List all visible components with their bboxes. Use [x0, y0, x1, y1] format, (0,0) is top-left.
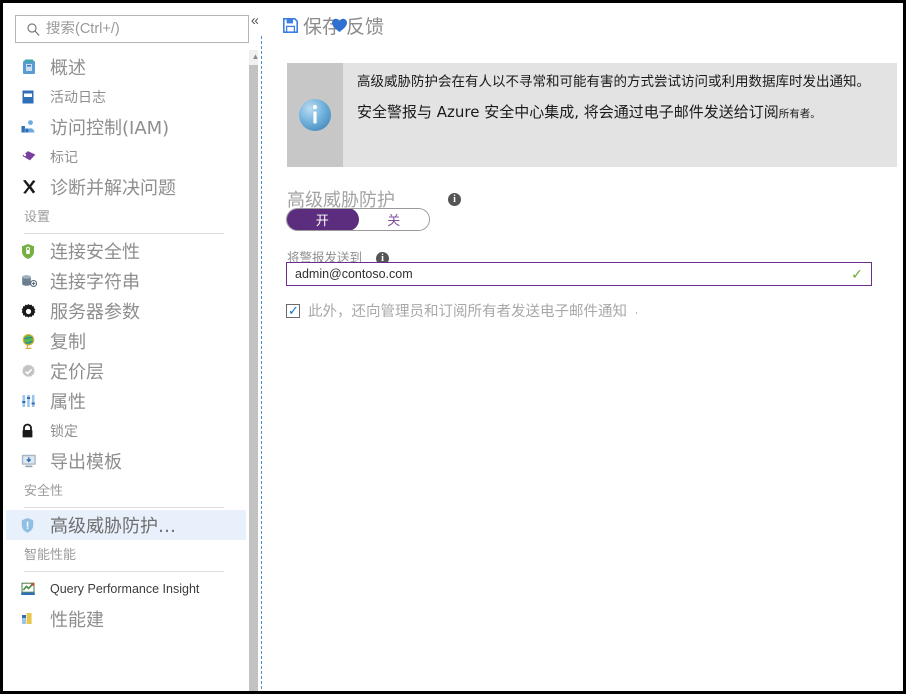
sidebar-item-label: Query Performance Insight	[50, 582, 200, 596]
info-icon[interactable]: i	[448, 193, 461, 206]
properties-sliders-icon	[20, 390, 46, 412]
atp-toggle[interactable]: 开 关	[286, 208, 430, 231]
activity-log-icon	[20, 86, 46, 108]
performance-recommendation-icon	[20, 608, 46, 630]
sidebar-group-intelligent-performance: 智能性能	[6, 546, 246, 574]
sidebar-item-label: 导出模板	[50, 452, 122, 473]
gear-icon	[20, 300, 46, 322]
atp-info-icon-wrap: i	[448, 189, 461, 207]
sidebar-item-label: 访问控制(IAM)	[50, 118, 170, 139]
save-floppy-icon	[282, 17, 299, 34]
divider	[24, 507, 224, 508]
sidebar-item-label: 定价层	[50, 362, 104, 383]
info-circle-icon	[287, 63, 343, 167]
sidebar-item-label: 高级威胁防护…	[50, 516, 176, 537]
sidebar-item-diagnose[interactable]: 诊断并解决问题	[6, 172, 246, 202]
tag-icon	[20, 146, 46, 168]
collapse-sidebar-button[interactable]: «	[247, 12, 258, 30]
info-banner-paragraph-2: 安全警报与 Azure 安全中心集成, 将会通过电子邮件发送给订阅所有者。	[357, 102, 887, 124]
sidebar-group-settings: 设置	[6, 208, 246, 236]
sidebar-item-label: 活动日志	[50, 90, 106, 106]
notify-admins-checkbox[interactable]: ✓	[286, 302, 300, 318]
atp-toggle-off-option[interactable]: 关	[358, 209, 429, 230]
sidebar-group-label: 安全性	[24, 484, 64, 499]
info-banner: 高级威胁防护会在有人以不寻常和可能有害的方式尝试访问或利用数据库时发出通知。 安…	[287, 63, 897, 167]
query-performance-insight-icon	[20, 578, 46, 600]
sidebar-item-label: 性能建	[50, 610, 104, 631]
diagnose-icon	[20, 176, 46, 198]
sidebar-item-label: 复制	[50, 332, 86, 353]
info-banner-paragraph-2-tail: 所有者。	[778, 108, 821, 120]
checkmark-icon: ✓	[851, 266, 863, 282]
sidebar-item-performance-recommendations[interactable]: 性能建	[6, 604, 246, 634]
sidebar-nav-list: 概述 活动日志 访问控制(IAM) 标记 诊断并解决问题 设置 连接安全性 连接…	[6, 52, 246, 691]
azure-portal-screenshot: « 概述	[0, 0, 906, 694]
info-banner-paragraph-2-main: 安全警报与 Azure 安全中心集成, 将会通过电子邮件发送给订阅	[357, 103, 779, 121]
sidebar-item-tags[interactable]: 标记	[6, 142, 246, 172]
sidebar-item-label: 连接字符串	[50, 272, 140, 293]
sidebar-item-label: 标记	[50, 150, 78, 166]
sidebar-item-query-performance-insight[interactable]: Query Performance Insight	[6, 574, 246, 604]
sidebar-item-label: 概述	[50, 58, 86, 79]
sidebar-item-label: 诊断并解决问题	[50, 178, 176, 199]
sidebar-item-properties[interactable]: 属性	[6, 386, 246, 416]
sidebar-scroll-up-button[interactable]: ▲	[249, 50, 258, 64]
sidebar: « 概述	[6, 6, 258, 691]
access-control-icon	[20, 116, 46, 138]
notify-admins-checkbox-label: 此外，还向管理员和订阅所有者发送电子邮件通知	[308, 304, 627, 320]
search-input[interactable]	[46, 21, 248, 37]
advanced-threat-protection-shield-icon	[20, 514, 46, 536]
alert-email-input[interactable]	[287, 267, 847, 281]
feedback-button[interactable]: 反馈	[332, 12, 385, 39]
sidebar-group-label: 设置	[24, 210, 51, 225]
notify-admins-checkbox-row[interactable]: ✓ 此外，还向管理员和订阅所有者发送电子邮件通知 ,	[286, 300, 638, 321]
sidebar-item-access-control[interactable]: 访问控制(IAM)	[6, 112, 246, 142]
divider	[24, 233, 224, 234]
pricing-tier-icon	[20, 360, 46, 382]
sidebar-item-locks[interactable]: 锁定	[6, 416, 246, 446]
overview-icon	[20, 56, 46, 78]
sidebar-item-pricing-tier[interactable]: 定价层	[6, 356, 246, 386]
main-pane: 保存 反馈 高级威胁防护会在有人以不寻常和可能有害的方式尝试访问或利用数据库时发…	[262, 6, 900, 688]
sidebar-item-label: 连接安全性	[50, 242, 140, 263]
lock-icon	[20, 420, 46, 442]
sidebar-group-label: 智能性能	[24, 548, 77, 563]
sidebar-group-security: 安全性	[6, 482, 246, 510]
sidebar-scrollbar-thumb[interactable]	[249, 65, 258, 691]
info-banner-body: 高级威胁防护会在有人以不寻常和可能有害的方式尝试访问或利用数据库时发出通知。 安…	[343, 63, 897, 167]
sidebar-item-connection-security[interactable]: 连接安全性	[6, 236, 246, 266]
sidebar-item-export-template[interactable]: 导出模板	[6, 446, 246, 476]
connection-security-shield-icon	[20, 240, 46, 262]
atp-toggle-on-option[interactable]: 开	[287, 209, 359, 230]
sidebar-item-label: 服务器参数	[50, 302, 140, 323]
sidebar-item-activity-log[interactable]: 活动日志	[6, 82, 246, 112]
info-banner-paragraph-1: 高级威胁防护会在有人以不寻常和可能有害的方式尝试访问或利用数据库时发出通知。	[357, 74, 870, 90]
search-icon	[22, 22, 44, 37]
sidebar-item-label: 属性	[50, 392, 86, 413]
connection-string-icon	[20, 270, 46, 292]
feedback-button-label: 反馈	[346, 15, 385, 38]
search-box[interactable]	[15, 15, 249, 43]
divider	[24, 571, 224, 572]
sidebar-item-overview[interactable]: 概述	[6, 52, 246, 82]
checkmark-icon: ✓	[288, 302, 299, 318]
notify-admins-trailing-mark: ,	[635, 305, 638, 316]
alert-email-field[interactable]: ✓	[286, 262, 872, 286]
sidebar-item-replication[interactable]: 复制	[6, 326, 246, 356]
export-template-icon	[20, 450, 46, 472]
sidebar-item-server-parameters[interactable]: 服务器参数	[6, 296, 246, 326]
sidebar-item-advanced-threat-protection[interactable]: 高级威胁防护…	[6, 510, 246, 540]
sidebar-item-label: 锁定	[50, 424, 78, 440]
command-toolbar: 保存 反馈	[282, 11, 384, 39]
sidebar-item-connection-strings[interactable]: 连接字符串	[6, 266, 246, 296]
globe-icon	[20, 330, 46, 352]
